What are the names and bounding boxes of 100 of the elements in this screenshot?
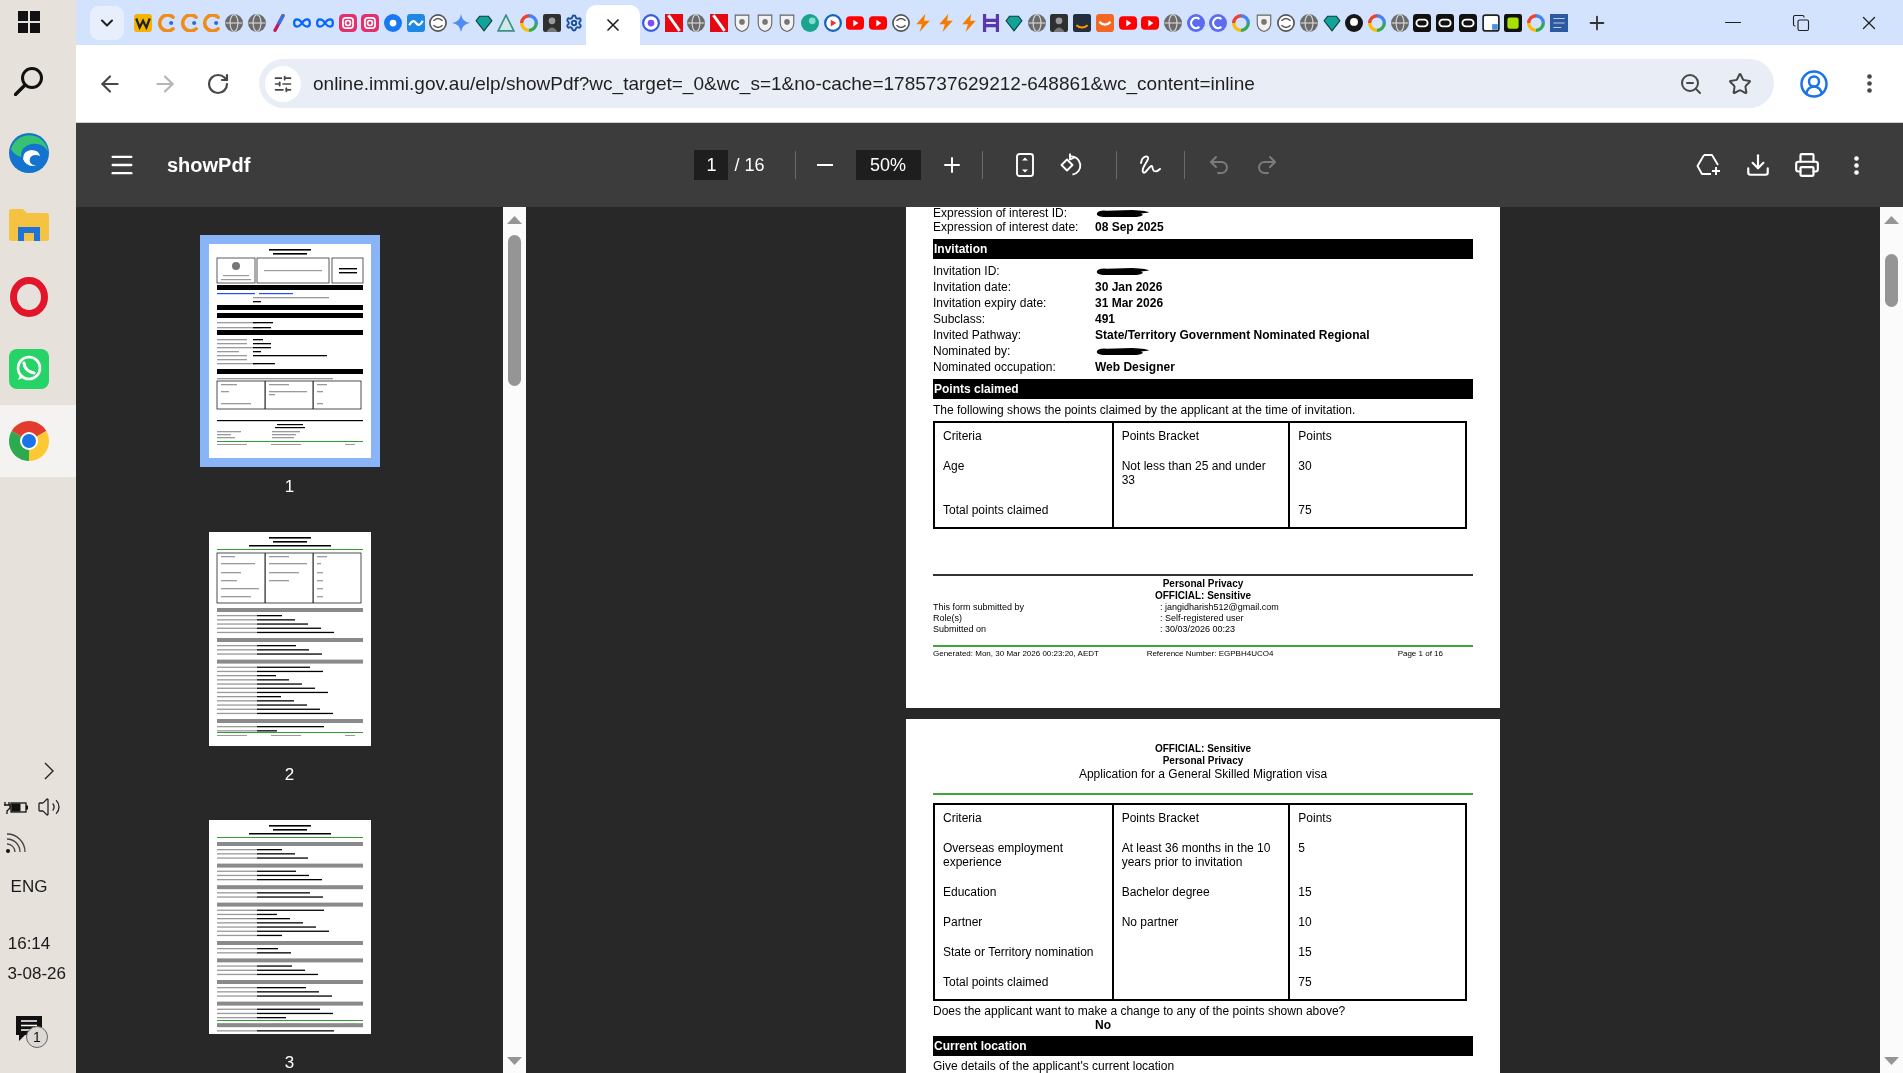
field-label: Expression of interest ID:	[933, 207, 1069, 219]
submission-value: : 30/03/2026 00:23	[1160, 624, 1237, 635]
scrollbar[interactable]	[503, 207, 526, 1073]
diamond-icon	[1005, 13, 1024, 32]
ladder-icon	[982, 13, 1001, 32]
globe-icon	[1300, 13, 1319, 32]
language-indicator[interactable]: ENG	[0, 861, 58, 913]
page-number-field[interactable]: 1	[694, 150, 729, 180]
thumbnail-page-number: 3	[284, 1054, 295, 1072]
star-icon	[1728, 71, 1752, 96]
reload-icon	[206, 71, 230, 96]
sliders-icon	[273, 73, 293, 94]
play-icon	[823, 13, 842, 32]
volume-button[interactable]	[36, 795, 61, 819]
table-cell-text: State or Territory nomination	[942, 944, 1095, 961]
scrollbar-thumb[interactable]	[1885, 254, 1898, 307]
table-cell-text: Age	[942, 458, 966, 475]
table-cell: 75	[1288, 969, 1465, 999]
clock-date: 3-08-26	[6, 963, 67, 985]
table-header-cell: Points	[1288, 805, 1465, 835]
table-header-cell: Points	[1288, 423, 1465, 453]
diamond-icon	[474, 13, 493, 32]
taskbar-app-button[interactable]	[0, 405, 76, 477]
table-header-cell-text: Criteria	[942, 810, 983, 827]
reference-number: Reference Number: EGPBH4UCO4	[1146, 649, 1274, 659]
table-cell: Not less than 25 and under 33	[1111, 453, 1289, 497]
submission-label: Submitted on	[933, 624, 988, 635]
globe-icon	[247, 13, 266, 32]
dot-circle-icon	[1345, 13, 1364, 32]
download-icon	[1745, 152, 1771, 178]
submission-label: This form submitted by	[933, 602, 1026, 613]
table-cell: 15	[1288, 939, 1465, 969]
table-header-cell-text: Criteria	[942, 428, 983, 445]
scroll-up-arrow[interactable]	[1884, 216, 1899, 224]
field-label: Nominated occupation:	[933, 359, 1057, 375]
scroll-up-arrow[interactable]	[507, 216, 522, 224]
submission-value: : jangidharish512@gmail.com	[1160, 602, 1280, 613]
field-label: Expression of interest date:	[933, 220, 1080, 235]
tab-search-button[interactable]	[90, 5, 124, 40]
field-label: Subclass:	[933, 311, 987, 327]
crescent-icon	[1209, 13, 1228, 32]
tile-icon	[1458, 13, 1477, 32]
section-heading: Points claimed	[933, 379, 1473, 399]
classification-text: Personal Privacy	[1162, 578, 1244, 590]
page-thumbnail[interactable]	[199, 235, 380, 467]
table-cell: 75	[1288, 497, 1465, 527]
table-header-cell: Points Bracket	[1111, 805, 1289, 835]
circle-arcs-icon	[891, 13, 910, 32]
scrollbar-thumb[interactable]	[508, 235, 521, 386]
zoom-field[interactable]: 50%	[855, 150, 921, 180]
dot-circle-icon	[383, 13, 402, 32]
chevron-right-icon	[43, 762, 54, 780]
shield-icon	[755, 13, 774, 32]
address-bar[interactable]: online.immi.gov.au/elp/showPdf?wc_target=_0&wc_s=1&no-cache=1785737629212-648861&wc_content=inline	[259, 59, 1774, 108]
field-value: 31 Mar 2026	[1095, 295, 1165, 311]
table-cell: 10	[1288, 909, 1465, 939]
field-label: Invitation expiry date:	[933, 295, 1048, 311]
field-value: 08 Sep 2025	[1095, 219, 1165, 235]
globe-icon	[1390, 13, 1409, 32]
tile-icon	[1504, 13, 1523, 32]
speaker-icon	[36, 795, 61, 819]
sparkle-icon	[451, 13, 470, 32]
ball-icon	[800, 13, 819, 32]
kebab-icon	[1866, 74, 1872, 93]
squiggle-icon	[1138, 154, 1161, 176]
segmented-circle-icon	[9, 421, 49, 461]
tile-icon	[1436, 13, 1455, 32]
shield-icon	[778, 13, 797, 32]
crescent-icon	[1186, 13, 1205, 32]
four-squares-icon	[18, 11, 40, 33]
camera-icon	[361, 13, 380, 32]
circle-arcs-icon	[1277, 13, 1296, 32]
table-cell: No partner	[1111, 909, 1289, 939]
target-icon	[642, 13, 661, 32]
shield-icon	[1254, 13, 1273, 32]
form-title: Application for a General Skilled Migration visa	[1078, 767, 1328, 781]
field-value: State/Territory Government Nominated Regional	[1095, 327, 1371, 343]
gear-icon	[565, 13, 584, 32]
table-cell-text: Education	[942, 884, 998, 901]
triangle-plus-icon	[1696, 153, 1722, 177]
smile-tile-icon	[1073, 13, 1092, 32]
page-number-text: Page 1 of 16	[1397, 649, 1443, 659]
section-heading: Current location	[933, 1036, 1473, 1056]
submission-label: Role(s)	[933, 613, 963, 624]
site-info-button[interactable]	[265, 65, 301, 102]
diamond-icon	[1322, 13, 1341, 32]
play-icon	[1141, 13, 1160, 32]
clock-time: 16:14	[6, 933, 52, 955]
network-button[interactable]	[4, 832, 27, 854]
scroll-down-arrow[interactable]	[1884, 1057, 1899, 1065]
battery-button[interactable]	[3, 799, 28, 815]
page-count: / 16	[734, 154, 765, 176]
show-hidden-icons-button[interactable]	[43, 762, 54, 780]
question-text: Does the applicant want to make a change to any of the points shown above?	[933, 1004, 1347, 1018]
circle-arcs-icon	[429, 13, 448, 32]
page-arrows-icon	[1015, 153, 1034, 177]
scrollbar[interactable]	[1880, 207, 1903, 1073]
scroll-down-arrow[interactable]	[507, 1057, 522, 1065]
globe-icon	[1163, 13, 1182, 32]
document-title: showPdf	[167, 153, 251, 177]
